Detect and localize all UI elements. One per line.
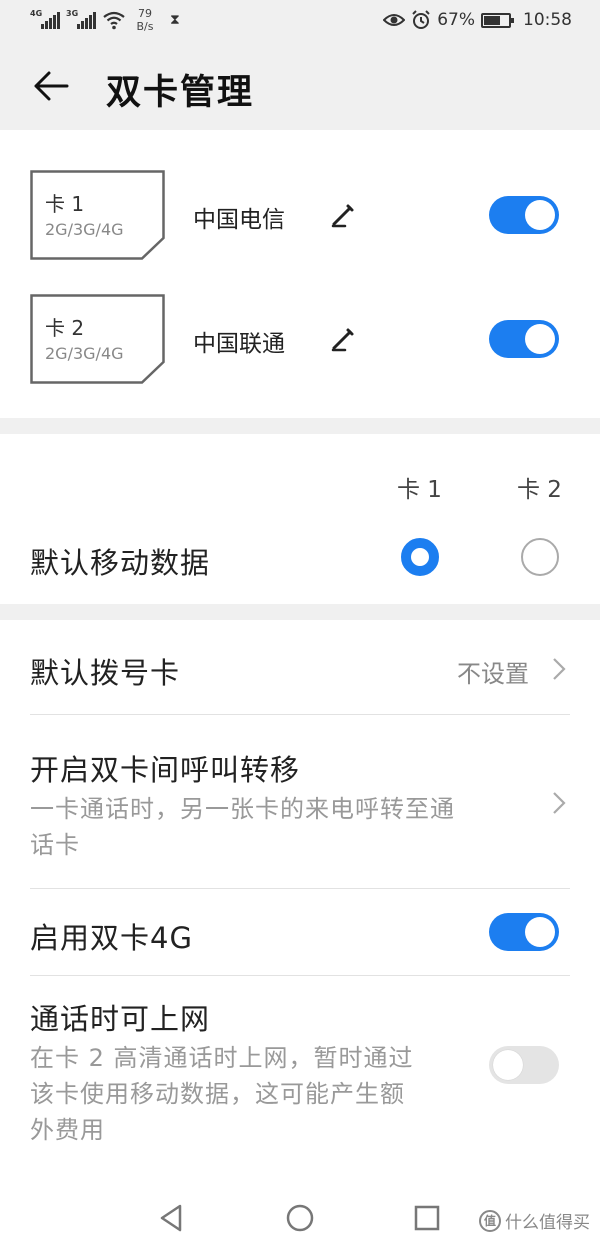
desc-line: 外费用 [30, 1116, 105, 1144]
data-during-call-desc: 在卡 2 高清通话时上网，暂时通过 该卡使用移动数据，这可能产生额 外费用 [30, 1040, 414, 1148]
section-gap [0, 604, 600, 620]
default-data-radio-sim2[interactable] [521, 538, 559, 576]
sim-row-1: 卡 1 2G/3G/4G 中国电信 [0, 170, 600, 270]
battery-percent: 67% [437, 10, 475, 30]
nav-recents-icon[interactable] [411, 1202, 443, 1234]
call-forward-row[interactable]: 开启双卡间呼叫转移 一卡通话时，另一张卡的来电呼转至通 话卡 [0, 715, 600, 888]
signal-3g-icon: 3G [66, 9, 96, 31]
section-gap [0, 418, 600, 434]
default-data-label: 默认移动数据 [30, 546, 211, 580]
edit-icon[interactable] [330, 326, 356, 352]
carrier-name: 中国联通 [193, 331, 285, 357]
desc-line: 一卡通话时，另一张卡的来电呼转至通 [30, 795, 455, 823]
carrier-name: 中国电信 [193, 207, 285, 233]
page-title: 双卡管理 [106, 73, 255, 113]
col-label-sim1: 卡 1 [397, 477, 442, 503]
app-bar: 双卡管理 [0, 40, 600, 130]
data-during-call-label: 通话时可上网 [30, 1002, 211, 1036]
signal-4g-icon: 4G [30, 9, 60, 31]
sim2-enable-toggle[interactable] [489, 320, 559, 358]
wifi-icon [103, 11, 125, 30]
divider [30, 888, 570, 889]
watermark-badge: 值 [479, 1209, 501, 1232]
hourglass-icon: ⧗ [170, 12, 180, 28]
speed-unit: B/s [136, 20, 154, 33]
battery-icon [481, 12, 514, 28]
alarm-icon [412, 10, 430, 29]
watermark: 值 什么值得买 [479, 1208, 590, 1233]
sim-name: 卡 2 [45, 316, 85, 340]
dual-4g-toggle[interactable] [489, 913, 559, 951]
sim-card-icon: 卡 2 2G/3G/4G [30, 294, 165, 384]
speed-value: 79 [138, 7, 152, 20]
arrow-left-icon [34, 71, 69, 101]
sim-row-2: 卡 2 2G/3G/4G 中国联通 [0, 294, 600, 394]
sim-card-icon: 卡 1 2G/3G/4G [30, 170, 165, 260]
edit-icon[interactable] [330, 202, 356, 228]
network-speed: 79 B/s [132, 7, 158, 33]
col-label-sim2: 卡 2 [517, 477, 562, 503]
desc-line: 在卡 2 高清通话时上网，暂时通过 [30, 1044, 414, 1072]
default-data-radio-sim1[interactable] [401, 538, 439, 576]
sim-network: 2G/3G/4G [45, 344, 124, 363]
call-forward-label: 开启双卡间呼叫转移 [30, 753, 301, 787]
chevron-right-icon [553, 658, 566, 680]
default-dial-row[interactable]: 默认拨号卡 不设置 [0, 620, 600, 715]
clock: 10:58 [523, 10, 572, 30]
sim-network: 2G/3G/4G [45, 220, 124, 239]
eye-comfort-icon [383, 14, 406, 26]
default-dial-value: 不设置 [457, 660, 529, 688]
default-dial-label: 默认拨号卡 [30, 656, 181, 690]
divider [30, 975, 570, 976]
data-during-call-toggle[interactable] [489, 1046, 559, 1084]
back-button[interactable] [26, 62, 76, 110]
sim-name: 卡 1 [45, 192, 85, 216]
nav-back-icon[interactable] [156, 1202, 188, 1234]
nav-home-icon[interactable] [284, 1202, 316, 1234]
navigation-bar: 值 什么值得买 [0, 1188, 600, 1247]
status-bar: 4G 3G 79 B/s ⧗ 67% 10:58 [0, 0, 600, 40]
desc-line: 该卡使用移动数据，这可能产生额 [30, 1080, 405, 1108]
sim1-enable-toggle[interactable] [489, 196, 559, 234]
dual-4g-label: 启用双卡4G [30, 921, 193, 955]
desc-line: 话卡 [30, 831, 80, 859]
call-forward-desc: 一卡通话时，另一张卡的来电呼转至通 话卡 [30, 791, 455, 863]
watermark-text: 什么值得买 [505, 1213, 590, 1233]
chevron-right-icon [553, 792, 566, 814]
